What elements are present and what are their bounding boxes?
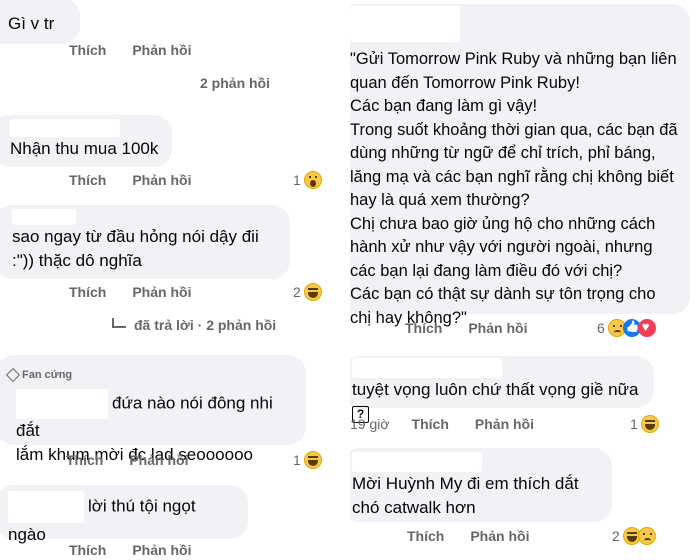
comment-text: "Gửi Tomorrow Pink Ruby và những bạn liê…: [350, 50, 678, 327]
reaction-count: 2: [612, 528, 620, 544]
diamond-icon: [5, 367, 21, 383]
reaction-count: 2: [293, 284, 301, 300]
commenter-name[interactable]: [8, 491, 84, 523]
comment-bubble: Nhận thu mua 100k: [0, 115, 172, 167]
reaction-summary[interactable]: 1: [293, 451, 322, 469]
comment-text: sao ngay từ đầu hỏng nói dậy đii :")) th…: [12, 227, 264, 270]
comment-bubble: Mời Huỳnh My đi em thích dắt chó catwalk…: [350, 448, 612, 522]
comment-text: Nhận thu mua 100k: [10, 139, 159, 158]
comment-actions: Thích Phản hồi: [69, 284, 217, 300]
comment-actions: Thích Phản hồi: [69, 42, 217, 58]
comment-actions: 19 giờ Thích Phản hồi: [350, 416, 560, 432]
reaction-summary[interactable]: 2: [612, 527, 656, 545]
like-button[interactable]: Thích: [412, 416, 449, 432]
replies-text: đã trả lời · 2 phản hồi: [134, 317, 277, 333]
badge-label: Fan cứng: [22, 369, 73, 381]
commenter-name[interactable]: [352, 358, 502, 378]
reply-arrow-icon: [112, 318, 126, 328]
reply-button[interactable]: Phản hồi: [470, 528, 529, 544]
comment-actions: Thích Phản hồi: [407, 528, 555, 544]
comment-actions: Thích Phản hồi: [405, 320, 553, 336]
reply-button[interactable]: Phản hồi: [129, 452, 188, 468]
comment-bubble: Gì v tr: [0, 0, 80, 44]
commenter-name[interactable]: [12, 209, 76, 225]
replies-text: 2 phản hồi: [200, 75, 270, 91]
view-replies-link[interactable]: 2 phản hồi: [200, 75, 270, 91]
haha-reaction-icon: [303, 283, 322, 301]
reaction-summary[interactable]: 6: [597, 319, 656, 337]
reply-button[interactable]: Phản hồi: [132, 542, 191, 558]
like-button[interactable]: Thích: [66, 452, 103, 468]
reaction-count: 1: [293, 452, 301, 468]
haha-reaction-icon: [640, 415, 659, 433]
reaction-summary[interactable]: 2: [293, 283, 322, 301]
reaction-summary[interactable]: 1: [630, 415, 659, 433]
sad-reaction-icon: [637, 527, 656, 545]
reply-button[interactable]: Phản hồi: [132, 42, 191, 58]
commenter-name[interactable]: [350, 6, 460, 42]
comment-text: tuyệt vọng luôn chứ thất vọng giề nữa: [352, 380, 639, 399]
reply-button[interactable]: Phản hồi: [468, 320, 527, 336]
haha-reaction-icon: [303, 451, 322, 469]
comment-bubble: Fan cứng đứa nào nói đông nhi đắt lắm kh…: [0, 355, 306, 464]
reply-button[interactable]: Phản hồi: [132, 284, 191, 300]
reaction-count: 6: [597, 320, 605, 336]
right-comment-column: "Gửi Tomorrow Pink Ruby và những bạn liê…: [350, 0, 690, 560]
comment-timestamp[interactable]: 19 giờ: [350, 416, 390, 432]
comment-bubble: tuyệt vọng luôn chứ thất vọng giề nữa ?: [350, 356, 654, 423]
left-comment-column: Gì v tr Thích Phản hồi 2 phản hồi Nhận th…: [0, 0, 340, 560]
reaction-count: 1: [293, 172, 301, 188]
like-button[interactable]: Thích: [69, 284, 106, 300]
like-button[interactable]: Thích: [69, 542, 106, 558]
reaction-summary[interactable]: 1: [293, 171, 322, 189]
comment-text: Gì v tr: [8, 14, 55, 33]
comment-bubble: sao ngay từ đầu hỏng nói dậy đii :")) th…: [0, 205, 290, 279]
comment-text: Mời Huỳnh My đi em thích dắt chó catwalk…: [352, 474, 584, 517]
view-replies-link[interactable]: đã trả lời · 2 phản hồi: [112, 317, 276, 333]
like-button[interactable]: Thích: [69, 172, 106, 188]
like-button[interactable]: Thích: [405, 320, 442, 336]
comment-actions: Thích Phản hồi: [69, 542, 217, 558]
reply-button[interactable]: Phản hồi: [132, 172, 191, 188]
reaction-count: 1: [630, 416, 638, 432]
commenter-name[interactable]: [16, 389, 108, 419]
comment-actions: Thích Phản hồi: [66, 452, 214, 468]
top-fan-badge: Fan cứng: [5, 363, 294, 387]
commenter-name[interactable]: [10, 119, 120, 137]
comment-bubble: "Gửi Tomorrow Pink Ruby và những bạn liê…: [350, 4, 690, 327]
commenter-name[interactable]: [352, 452, 482, 472]
wow-reaction-icon: [303, 171, 322, 189]
comment-actions: Thích Phản hồi: [69, 172, 217, 188]
comment-bubble: lời thú tội ngọt ngào: [0, 485, 248, 544]
reply-button[interactable]: Phản hồi: [475, 416, 534, 432]
column-divider: [343, 0, 345, 560]
like-button[interactable]: Thích: [407, 528, 444, 544]
like-button[interactable]: Thích: [69, 42, 106, 58]
love-reaction-icon: [637, 319, 656, 337]
